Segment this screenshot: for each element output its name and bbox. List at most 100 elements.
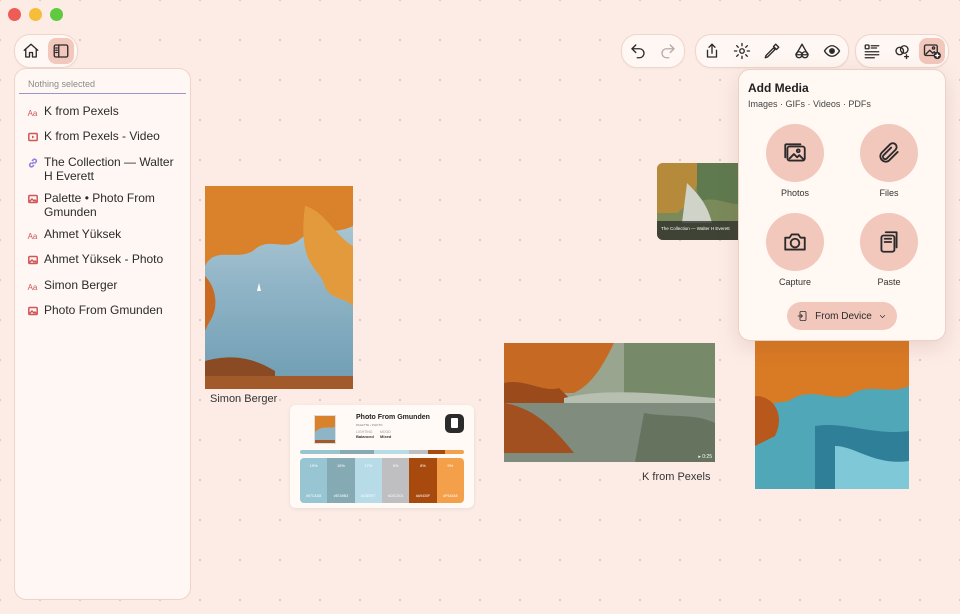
palette-swatches: 19% #97CAD8 16% #87A9B3 17% #C3E0F7 9% #C0C0…: [300, 458, 464, 503]
capture-label: Capture: [778, 277, 812, 287]
eyedropper-icon: [764, 43, 780, 59]
preview-button[interactable]: [819, 38, 845, 64]
files-button[interactable]: [860, 124, 918, 182]
paperclip-icon: [879, 142, 899, 163]
tools-toolbar: [695, 34, 849, 68]
paste-button[interactable]: [860, 213, 918, 271]
swatch[interactable]: 19% #97CAD8: [300, 458, 328, 503]
left-toolbar: [14, 34, 78, 68]
caption-k-from-pexels: K from Pexels: [642, 471, 711, 483]
swatch-percent: 19%: [309, 463, 318, 468]
swatch-hex: #F9A348: [443, 494, 458, 498]
app-logo-icon: [445, 414, 464, 433]
swatch[interactable]: 9% #F9A348: [436, 458, 464, 503]
image-icon: [27, 306, 38, 321]
autumn-river-image: [504, 343, 715, 462]
text-icon: Aa: [27, 109, 38, 118]
image-icon: [27, 255, 38, 270]
text-list-button[interactable]: [859, 38, 885, 64]
sidebar-item-label: Photo From Gmunden: [44, 303, 163, 317]
sidebar-toggle-button[interactable]: [48, 38, 74, 64]
sidebar-item-label: The Collection — Walter H Everett: [44, 155, 174, 183]
home-icon: [23, 43, 39, 58]
sidebar-item-ahmet-yuksek[interactable]: Aa Ahmet Yüksek: [27, 227, 182, 244]
canvas-photo-ahmet-yuksek[interactable]: [755, 336, 909, 489]
settings-button[interactable]: [729, 38, 755, 64]
canvas-link-the-collection[interactable]: The Collection — Walter H Everett: [657, 163, 745, 240]
sidebar-item-k-from-pexels-video[interactable]: K from Pexels - Video: [27, 129, 182, 147]
swatch[interactable]: 16% #87A9B3: [327, 458, 355, 503]
home-button[interactable]: [18, 38, 44, 64]
image-add-icon: [923, 44, 941, 60]
files-option[interactable]: Files: [854, 124, 924, 198]
canvas-photo-simon-berger[interactable]: [205, 186, 353, 389]
sidebar-item-label: Ahmet Yüksek: [44, 227, 122, 241]
capture-button[interactable]: [766, 213, 824, 271]
gear-icon: [733, 42, 751, 60]
palette-thumbnail: [314, 415, 336, 444]
zoom-window-button[interactable]: [50, 8, 63, 21]
window-controls: [8, 8, 63, 21]
eye-icon: [823, 45, 841, 57]
shapes-button[interactable]: [789, 38, 815, 64]
swatch-hex: #87A9B3: [333, 494, 349, 498]
image-icon: [27, 194, 38, 209]
swatch-percent: 9%: [392, 463, 399, 468]
text-list-icon: [864, 44, 880, 59]
meta-value: Mixed: [380, 434, 392, 439]
swatch-hex: #97CAD8: [306, 494, 322, 498]
photos-option[interactable]: Photos: [760, 124, 830, 198]
sidebar-item-ahmet-yuksek-photo[interactable]: Ahmet Yüksek - Photo: [27, 252, 182, 270]
palette-title: Photo From Gmunden: [356, 414, 430, 421]
undo-icon: [631, 44, 645, 59]
undo-button[interactable]: [625, 38, 651, 64]
turquoise-lake-image: [755, 336, 909, 489]
capture-option[interactable]: Capture: [760, 213, 830, 287]
sidebar-item-k-from-pexels[interactable]: Aa K from Pexels: [27, 104, 182, 121]
from-device-label: From Device: [815, 310, 872, 322]
meta-value: Balanced: [356, 434, 374, 439]
paste-label: Paste: [877, 277, 901, 287]
link-icon: [27, 158, 38, 173]
palette-proportion-bar: [300, 450, 464, 454]
shapes-icon: [795, 43, 809, 59]
sidebar-item-label: Palette • Photo From Gmunden: [44, 191, 155, 219]
swatch-percent: 16%: [336, 463, 345, 468]
swatch-hex: #A9430F: [415, 494, 431, 498]
sidebar-icon: [53, 44, 69, 58]
close-window-button[interactable]: [8, 8, 21, 21]
photos-label: Photos: [780, 188, 810, 198]
link-add-button[interactable]: [889, 38, 915, 64]
eyedropper-button[interactable]: [759, 38, 785, 64]
canvas-palette-card[interactable]: Photo From Gmunden PALETTE • PHOTO LIGHT…: [290, 405, 474, 508]
popover-subtitle: Images · GIFs · Videos · PDFs: [748, 99, 871, 109]
swatch[interactable]: 17% #C3E0F7: [354, 458, 382, 503]
sidebar-item-the-collection[interactable]: The Collection — Walter H Everett: [27, 155, 182, 183]
photos-icon: [784, 143, 806, 162]
palette-meta-lighting: LIGHTING Balanced: [356, 430, 374, 439]
redo-icon: [661, 44, 675, 59]
chevron-down-icon: [879, 314, 885, 318]
lake-autumn-image: [205, 186, 353, 389]
popover-title: Add Media: [748, 81, 809, 95]
sidebar-item-label: K from Pexels - Video: [44, 129, 160, 143]
sidebar-item-palette-photo[interactable]: Palette • Photo From Gmunden: [27, 191, 182, 219]
swatch[interactable]: 8% #A9430F: [409, 458, 437, 503]
add-media-button[interactable]: [919, 38, 945, 64]
text-icon: Aa: [27, 283, 38, 292]
canvas-video-k-from-pexels[interactable]: ▸ 0:25: [504, 343, 715, 462]
redo-button[interactable]: [655, 38, 681, 64]
clipboard-icon: [880, 231, 898, 253]
minimize-window-button[interactable]: [29, 8, 42, 21]
paste-option[interactable]: Paste: [854, 213, 924, 287]
swatch[interactable]: 9% #C0C0C4: [381, 458, 410, 503]
sidebar-item-simon-berger[interactable]: Aa Simon Berger: [27, 278, 182, 295]
swatch-hex: #C3E0F7: [360, 494, 376, 498]
photos-button[interactable]: [766, 124, 824, 182]
share-button[interactable]: [699, 38, 725, 64]
sidebar-list: Aa K from Pexels K from Pexels - Video T…: [15, 94, 190, 321]
selection-status: Nothing selected: [19, 69, 186, 94]
from-device-button[interactable]: From Device: [787, 302, 897, 330]
sidebar-item-photo-from-gmunden[interactable]: Photo From Gmunden: [27, 303, 182, 321]
device-import-icon: [797, 311, 807, 321]
